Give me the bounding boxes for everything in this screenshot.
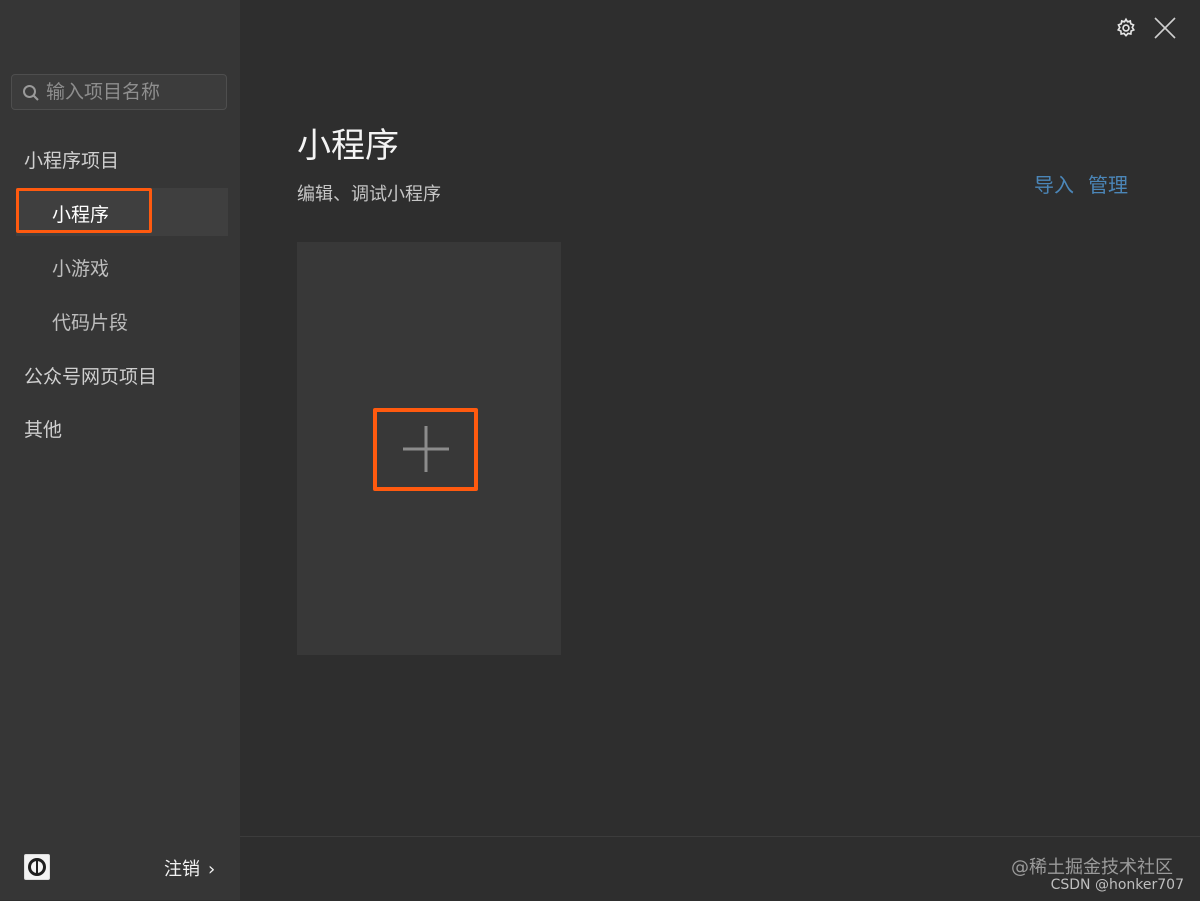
new-project-card[interactable]	[297, 242, 561, 655]
add-project-button[interactable]	[373, 408, 478, 491]
nav-group-official-account-web[interactable]: 公众号网页项目	[24, 362, 157, 389]
nav-group-miniprogram-projects[interactable]: 小程序项目	[24, 146, 119, 173]
page-subtitle: 编辑、调试小程序	[297, 184, 441, 205]
watermark-csdn: CSDN @honker707	[1050, 877, 1184, 893]
settings-icon[interactable]	[1115, 17, 1137, 39]
avatar-icon	[28, 858, 46, 876]
sidebar-item-code-snippets[interactable]: 代码片段	[52, 308, 128, 335]
sidebar-item-miniprogram-label: 小程序	[52, 204, 110, 226]
avatar[interactable]	[24, 854, 50, 880]
import-link[interactable]: 导入	[1034, 169, 1074, 198]
manage-link[interactable]: 管理	[1088, 169, 1128, 198]
nav-group-other[interactable]: 其他	[24, 415, 62, 442]
logout-label: 注销	[164, 859, 200, 880]
search-icon	[23, 85, 39, 101]
search-box[interactable]	[11, 74, 227, 110]
close-icon[interactable]	[1153, 16, 1177, 40]
watermark-juejin: @稀土掘金技术社区	[1011, 857, 1173, 878]
sidebar-item-minigame[interactable]: 小游戏	[52, 254, 109, 281]
footer: @稀土掘金技术社区 CSDN @honker707	[240, 836, 1200, 901]
page-title: 小程序	[297, 126, 399, 166]
logout-button[interactable]: 注销 ›	[164, 855, 215, 881]
plus-icon	[403, 426, 449, 472]
sidebar: 小程序项目 小程序 小游戏 代码片段 公众号网页项目 其他 注销 ›	[0, 0, 240, 900]
chevron-right-icon: ›	[208, 859, 216, 880]
search-input[interactable]	[46, 77, 222, 107]
main-panel: 小程序 编辑、调试小程序 导入 管理	[240, 0, 1200, 900]
